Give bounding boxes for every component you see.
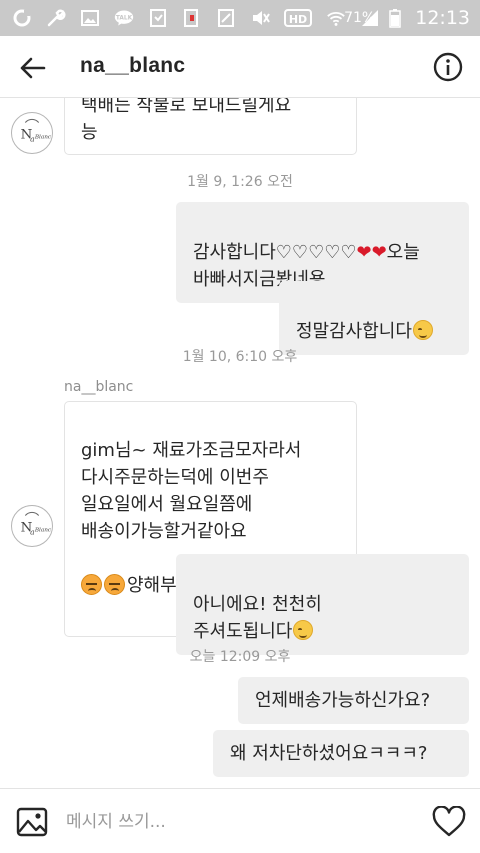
frowning-face-icon: [104, 574, 125, 595]
message-bubble-outgoing[interactable]: 왜 저차단하셨어요ㅋㅋㅋ?: [213, 730, 469, 777]
sender-name: na__blanc: [64, 379, 134, 395]
svg-text:Blanc: Blanc: [34, 135, 52, 141]
status-right: 71% 12:13: [344, 0, 470, 36]
svg-text:TALK: TALK: [116, 16, 133, 22]
status-bar: TALK HD 71% 12:13: [0, 0, 480, 36]
message-composer: [0, 788, 480, 853]
message-text: 정말감사합니다: [296, 321, 412, 342]
red-heart-icon: ❤: [356, 242, 372, 263]
edit-doc-icon: [216, 8, 236, 28]
message-input[interactable]: [66, 807, 406, 837]
picture-icon: [80, 8, 100, 28]
arrow-left-icon: [20, 57, 46, 79]
battery-percent: 71%: [344, 10, 376, 26]
info-button[interactable]: [432, 51, 464, 83]
cyanogen-icon: [12, 8, 32, 28]
timestamp: 1월 10, 6:10 오후: [182, 349, 298, 365]
heart-icon: [432, 805, 466, 837]
timestamp: 1월 9, 1:26 오전: [187, 174, 293, 190]
message-bubble-incoming[interactable]: 택배는 착불로 보내드릴게요 능: [64, 98, 357, 155]
red-heart-icon: ❤: [371, 242, 387, 263]
notification-icons: TALK HD: [0, 8, 380, 28]
clock: 12:13: [415, 7, 470, 29]
frowning-face-icon: [81, 574, 102, 595]
avatar-logo-icon: Na Blanc: [21, 118, 52, 144]
avatar[interactable]: Na Blanc: [11, 505, 53, 547]
message-text: gim님~ 재료가조금모자라서 다시주문하는덕에 이번주 일요일에서 월요일쯤에…: [81, 440, 302, 542]
message-list[interactable]: Na Blanc 택배는 착불로 보내드릴게요 능 1월 9, 1:26 오전 감…: [0, 98, 480, 788]
avatar-logo-icon: Na Blanc: [21, 511, 52, 537]
chat-header: na__blanc: [0, 36, 480, 98]
timestamp: 오늘 12:09 오후: [189, 649, 291, 665]
avatar[interactable]: Na Blanc: [11, 112, 53, 154]
conversation-title[interactable]: na__blanc: [80, 54, 185, 78]
smiling-face-icon: [293, 620, 314, 640]
image-icon: [16, 807, 48, 837]
svg-text:Blanc: Blanc: [34, 528, 52, 534]
battery-icon: [385, 8, 405, 28]
screen-record-icon: [182, 8, 202, 28]
message-bubble-outgoing[interactable]: 언제배송가능하신가요?: [238, 677, 469, 724]
smiling-face-icon: [412, 320, 433, 340]
talk-icon: TALK: [114, 8, 134, 28]
wifi-icon: [326, 8, 346, 28]
download-icon: [148, 8, 168, 28]
message-text: 감사합니다♡♡♡♡♡: [193, 242, 357, 263]
info-icon: [433, 52, 463, 82]
gallery-button[interactable]: [16, 806, 48, 838]
mute-icon: [250, 8, 270, 28]
svg-text:HD: HD: [289, 13, 307, 26]
like-button[interactable]: [432, 805, 466, 838]
message-bubble-outgoing[interactable]: 아니에요! 천천히 주셔도됩니다: [176, 554, 469, 655]
message-bubble-outgoing[interactable]: 정말감사합니다: [279, 281, 469, 355]
wrench-icon: [46, 8, 66, 28]
hd-icon: HD: [284, 8, 312, 28]
back-button[interactable]: [16, 52, 48, 84]
